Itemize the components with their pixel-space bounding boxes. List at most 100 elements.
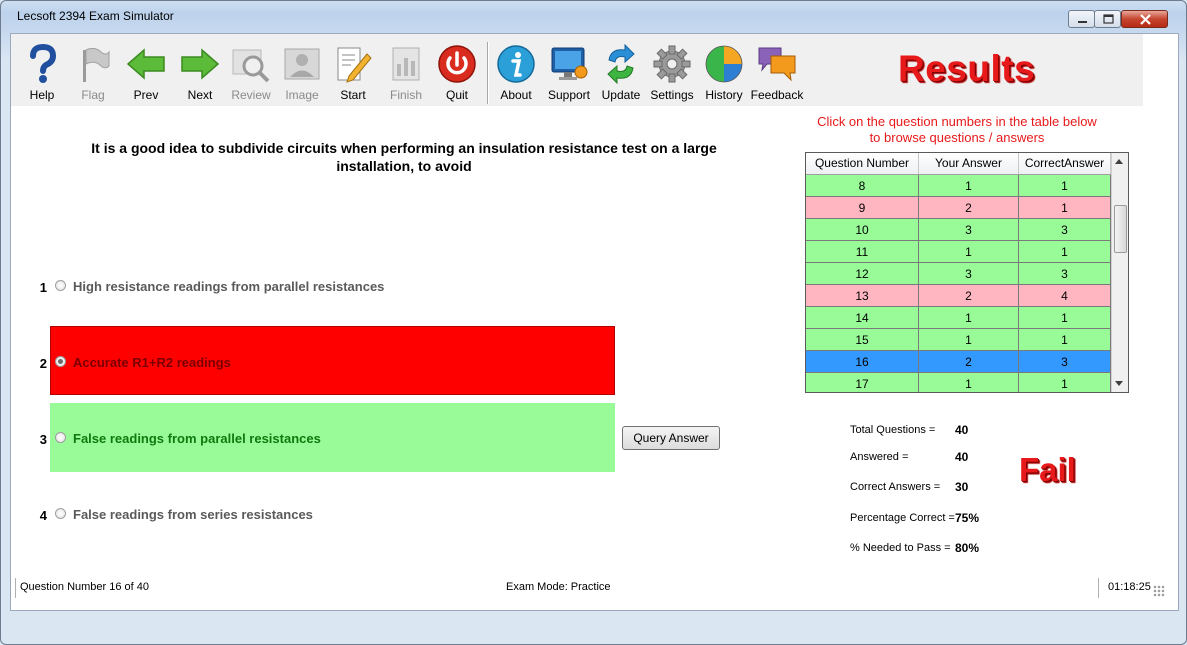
cell-question-number[interactable]: 16	[806, 351, 919, 373]
cell-question-number[interactable]: 8	[806, 175, 919, 197]
status-mode: Exam Mode: Practice	[506, 581, 611, 593]
start-pencil-icon	[337, 47, 372, 83]
table-row[interactable]: 11 1 1	[806, 241, 1111, 263]
query-answer-button[interactable]: Query Answer	[622, 426, 720, 450]
cell-question-number[interactable]: 15	[806, 329, 919, 351]
finish-button[interactable]: Finish	[381, 40, 431, 104]
cell-question-number[interactable]: 10	[806, 219, 919, 241]
scroll-thumb[interactable]	[1114, 205, 1127, 253]
table-row[interactable]: 13 2 4	[806, 285, 1111, 307]
table-row[interactable]: 921	[806, 197, 1111, 219]
results-table[interactable]: Question Number Your Answer CorrectAnswe…	[805, 152, 1129, 393]
cell-correct-answer[interactable]: 1	[1019, 197, 1111, 219]
table-scrollbar[interactable]	[1111, 153, 1128, 392]
prev-button[interactable]: Prev	[119, 40, 173, 104]
cell-correct-answer[interactable]: 3	[1019, 263, 1111, 285]
cell-correct-answer[interactable]: 1	[1019, 175, 1111, 197]
cell-your-answer[interactable]: 1	[919, 175, 1019, 197]
update-button[interactable]: Update	[596, 40, 646, 104]
resize-grip[interactable]	[1153, 585, 1165, 597]
scroll-up-icon[interactable]	[1115, 159, 1123, 164]
cell-correct-answer[interactable]: 3	[1019, 351, 1111, 373]
table-row[interactable]: 12 3 3	[806, 263, 1111, 285]
cell-question-number[interactable]: 12	[806, 263, 919, 285]
header-correct-answer[interactable]: CorrectAnswer	[1019, 153, 1111, 174]
close-button[interactable]	[1121, 10, 1168, 28]
cell-your-answer[interactable]: 2	[919, 197, 1019, 219]
status-bar	[11, 610, 1178, 632]
stat-correct: Correct Answers = 30	[850, 480, 968, 494]
minimize-button[interactable]	[1068, 10, 1095, 28]
feedback-label: Feedback	[750, 88, 804, 102]
history-button[interactable]: History	[699, 40, 749, 104]
cell-correct-answer[interactable]: 1	[1019, 373, 1111, 392]
start-button[interactable]: Start	[328, 40, 378, 104]
header-your-answer[interactable]: Your Answer	[919, 153, 1019, 174]
cell-your-answer[interactable]: 2	[919, 285, 1019, 307]
cell-your-answer[interactable]: 1	[919, 373, 1019, 392]
header-question-number[interactable]: Question Number	[806, 153, 919, 174]
flag-button[interactable]: Flag	[68, 40, 118, 104]
cell-correct-answer[interactable]: 1	[1019, 329, 1111, 351]
table-row[interactable]: 15 1 1	[806, 329, 1111, 351]
option-2-number: 2	[39, 356, 47, 371]
table-row[interactable]: 14 1 1	[806, 307, 1111, 329]
toolbar-separator	[487, 42, 489, 104]
prev-label: Prev	[133, 88, 159, 102]
cell-question-number[interactable]: 9	[806, 197, 919, 219]
status-divider	[1098, 578, 1099, 598]
pie-chart-icon	[705, 45, 743, 83]
image-button[interactable]: Image	[277, 40, 327, 104]
support-label: Support	[547, 88, 591, 102]
close-icon	[1140, 14, 1151, 25]
cell-correct-answer[interactable]: 1	[1019, 241, 1111, 263]
cell-your-answer[interactable]: 2	[919, 351, 1019, 373]
cell-your-answer[interactable]: 3	[919, 219, 1019, 241]
cell-correct-answer[interactable]: 4	[1019, 285, 1111, 307]
magnifier-icon	[232, 49, 270, 83]
cell-your-answer[interactable]: 1	[919, 241, 1019, 263]
table-row[interactable]: 16 2 3	[806, 351, 1111, 373]
client-area: Help Flag Prev Next Review Image Start F…	[10, 33, 1179, 611]
cell-question-number[interactable]: 11	[806, 241, 919, 263]
arrow-left-icon	[126, 48, 165, 80]
cell-question-number[interactable]: 14	[806, 307, 919, 329]
cell-question-number[interactable]: 13	[806, 285, 919, 307]
help-button[interactable]: Help	[17, 40, 67, 104]
settings-button[interactable]: Settings	[647, 40, 697, 104]
cell-question-number[interactable]: 17	[806, 373, 919, 392]
window-title: Lecsoft 2394 Exam Simulator	[17, 9, 174, 23]
option-4-text: False readings from series resistances	[73, 507, 313, 522]
finish-icon	[392, 47, 420, 81]
table-row[interactable]: 10 3 3	[806, 219, 1111, 241]
cell-your-answer[interactable]: 3	[919, 263, 1019, 285]
next-button[interactable]: Next	[173, 40, 227, 104]
cell-correct-answer[interactable]: 3	[1019, 219, 1111, 241]
table-row[interactable]: 17 1 1	[806, 373, 1111, 392]
stat-answered-value: 40	[955, 450, 969, 464]
stat-percentage-label: Percentage Correct =	[850, 512, 955, 524]
stat-answered: Answered = 40	[850, 450, 968, 464]
feedback-button[interactable]: Feedback	[750, 40, 804, 104]
cell-your-answer[interactable]: 1	[919, 329, 1019, 351]
option-4-radio[interactable]	[55, 508, 66, 519]
title-bar: Lecsoft 2394 Exam Simulator	[1, 1, 1186, 31]
status-question: Question Number 16 of 40	[20, 581, 150, 593]
cell-correct-answer[interactable]: 1	[1019, 307, 1111, 329]
results-hint-line-1: Click on the question numbers in the tab…	[817, 114, 1097, 129]
about-button[interactable]: About	[491, 40, 541, 104]
quit-button[interactable]: Quit	[432, 40, 482, 104]
maximize-button[interactable]	[1094, 10, 1121, 28]
table-row[interactable]: 811	[806, 175, 1111, 197]
option-3-radio[interactable]	[55, 432, 66, 443]
option-1-radio[interactable]	[55, 280, 66, 291]
stat-percentage-value: 75%	[955, 511, 980, 525]
scroll-down-icon[interactable]	[1115, 381, 1123, 386]
stat-correct-value: 30	[955, 480, 969, 494]
arrow-right-icon	[181, 48, 220, 80]
option-2-text: Accurate R1+R2 readings	[73, 355, 231, 370]
cell-your-answer[interactable]: 1	[919, 307, 1019, 329]
option-2-radio[interactable]	[55, 356, 66, 367]
review-button[interactable]: Review	[226, 40, 276, 104]
support-button[interactable]: Support	[542, 40, 596, 104]
